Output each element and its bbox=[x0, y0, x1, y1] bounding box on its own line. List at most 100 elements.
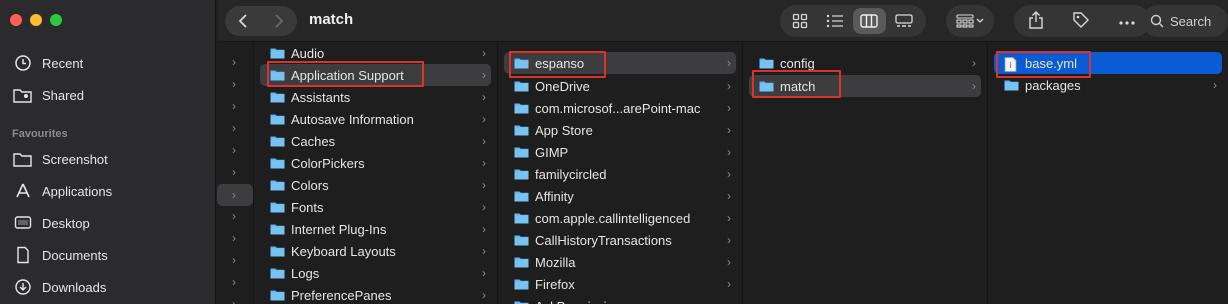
chevron-right-icon: › bbox=[232, 275, 236, 289]
folder-icon bbox=[270, 289, 285, 301]
close-window-button[interactable] bbox=[10, 14, 22, 26]
sidebar-item-desktop[interactable]: Desktop bbox=[12, 211, 90, 235]
folder-icon bbox=[514, 278, 529, 290]
column-view-button[interactable] bbox=[853, 8, 886, 34]
list-item[interactable]: GIMP › bbox=[504, 141, 736, 163]
sidebar-item-downloads[interactable]: Downloads bbox=[12, 275, 106, 299]
list-item[interactable]: › bbox=[217, 139, 253, 161]
desktop-icon bbox=[12, 214, 34, 232]
tag-button[interactable] bbox=[1072, 11, 1090, 32]
list-item[interactable]: Caches › bbox=[260, 130, 491, 152]
search-field[interactable]: Search bbox=[1142, 5, 1228, 37]
list-item[interactable]: › bbox=[217, 227, 253, 249]
chevron-right-icon: › bbox=[972, 79, 976, 93]
chevron-right-icon: › bbox=[482, 156, 486, 170]
forward-button[interactable] bbox=[261, 6, 297, 36]
list-item[interactable]: ColorPickers › bbox=[260, 152, 491, 174]
list-item[interactable]: › bbox=[217, 271, 253, 293]
shared-folder-icon bbox=[12, 86, 34, 104]
list-item[interactable]: Audio › bbox=[260, 42, 491, 64]
list-item[interactable]: AskPermission› bbox=[504, 295, 736, 304]
chevron-right-icon: › bbox=[482, 266, 486, 280]
icon-view-button[interactable] bbox=[784, 8, 817, 34]
list-item[interactable]: packages › bbox=[994, 74, 1222, 96]
item-label: com.apple.callintelligenced bbox=[535, 210, 691, 226]
list-item[interactable]: OneDrive › bbox=[504, 75, 736, 97]
sidebar-item-label: Documents bbox=[42, 247, 108, 263]
sidebar-item-screenshot[interactable]: Screenshot bbox=[12, 147, 108, 171]
sidebar-item-documents[interactable]: Documents bbox=[12, 243, 108, 267]
item-label: Caches bbox=[291, 133, 336, 149]
back-button[interactable] bbox=[225, 6, 261, 36]
chevron-right-icon: › bbox=[727, 101, 731, 115]
item-label: Affinity bbox=[535, 188, 574, 204]
zoom-window-button[interactable] bbox=[50, 14, 62, 26]
list-item[interactable]: CallHistoryTransactions › bbox=[504, 229, 736, 251]
list-item[interactable]: Internet Plug-Ins › bbox=[260, 218, 491, 240]
item-label: Audio bbox=[291, 45, 325, 61]
item-label: packages bbox=[1025, 77, 1081, 93]
list-item[interactable]: Colors › bbox=[260, 174, 491, 196]
share-button[interactable] bbox=[1028, 10, 1044, 32]
sidebar-item-applications[interactable]: Applications bbox=[12, 179, 112, 203]
list-item[interactable]: › bbox=[217, 205, 253, 227]
chevron-right-icon: › bbox=[232, 188, 236, 202]
list-item[interactable]: Keyboard Layouts › bbox=[260, 240, 491, 262]
more-button[interactable] bbox=[1118, 14, 1136, 29]
list-item-selected[interactable]: i base.yml bbox=[994, 52, 1222, 74]
chevron-right-icon: › bbox=[1213, 78, 1217, 92]
sidebar-item-label: Downloads bbox=[42, 279, 107, 295]
chevron-right-icon: › bbox=[482, 90, 486, 104]
item-label: com.microsof...arePoint-mac bbox=[535, 100, 701, 116]
sidebar-item-label: Applications bbox=[42, 183, 113, 199]
list-item[interactable]: › bbox=[217, 73, 253, 95]
list-view-button[interactable] bbox=[819, 8, 852, 34]
list-item[interactable]: › bbox=[217, 249, 253, 271]
list-item[interactable]: Assistants › bbox=[260, 86, 491, 108]
list-item[interactable]: com.microsof...arePoint-mac › bbox=[504, 97, 736, 119]
list-item-selected[interactable]: Application Support › bbox=[260, 64, 491, 86]
list-item[interactable]: Mozilla › bbox=[504, 251, 736, 273]
chevron-right-icon: › bbox=[232, 77, 236, 91]
list-item[interactable]: config › bbox=[749, 52, 981, 74]
chevron-right-icon: › bbox=[482, 288, 486, 302]
list-item-selected[interactable]: espanso › bbox=[504, 52, 736, 74]
item-label: Assistants bbox=[291, 89, 351, 105]
list-item[interactable]: com.apple.callintelligenced › bbox=[504, 207, 736, 229]
list-item[interactable]: PreferencePanes › bbox=[260, 284, 491, 304]
list-item[interactable]: › bbox=[217, 51, 253, 73]
list-item[interactable]: Affinity › bbox=[504, 185, 736, 207]
list-item[interactable]: familycircled › bbox=[504, 163, 736, 185]
folder-icon bbox=[514, 124, 529, 136]
list-item[interactable]: › bbox=[217, 117, 253, 139]
folder-icon bbox=[270, 47, 285, 59]
list-item[interactable]: › bbox=[217, 95, 253, 117]
sidebar-item-recent[interactable]: Recent bbox=[12, 51, 83, 75]
item-label: Autosave Information bbox=[291, 111, 414, 127]
item-label: Logs bbox=[291, 265, 320, 281]
list-item[interactable]: Fonts › bbox=[260, 196, 491, 218]
group-by-button[interactable] bbox=[946, 5, 994, 37]
chevron-right-icon: › bbox=[972, 56, 976, 70]
sidebar-item-label: Recent bbox=[42, 55, 84, 71]
folder-icon bbox=[514, 168, 529, 180]
chevron-right-icon bbox=[275, 14, 284, 28]
window-controls bbox=[10, 14, 62, 26]
folder-icon bbox=[514, 146, 529, 158]
folder-icon bbox=[270, 135, 285, 147]
navigation-buttons bbox=[225, 6, 297, 36]
item-label: base.yml bbox=[1025, 55, 1078, 71]
gallery-view-button[interactable] bbox=[888, 8, 921, 34]
list-item-selected[interactable]: › bbox=[217, 184, 253, 206]
list-item[interactable]: App Store › bbox=[504, 119, 736, 141]
sidebar-item-shared[interactable]: Shared bbox=[12, 83, 84, 107]
list-item[interactable]: Logs › bbox=[260, 262, 491, 284]
minimize-window-button[interactable] bbox=[30, 14, 42, 26]
list-item[interactable]: › bbox=[217, 293, 253, 304]
item-label: Fonts bbox=[291, 199, 324, 215]
list-item-selected[interactable]: match › bbox=[749, 75, 981, 97]
list-item[interactable]: Autosave Information › bbox=[260, 108, 491, 130]
list-item[interactable]: Firefox › bbox=[504, 273, 736, 295]
chevron-right-icon: › bbox=[232, 165, 236, 179]
list-item[interactable]: › bbox=[217, 161, 253, 183]
